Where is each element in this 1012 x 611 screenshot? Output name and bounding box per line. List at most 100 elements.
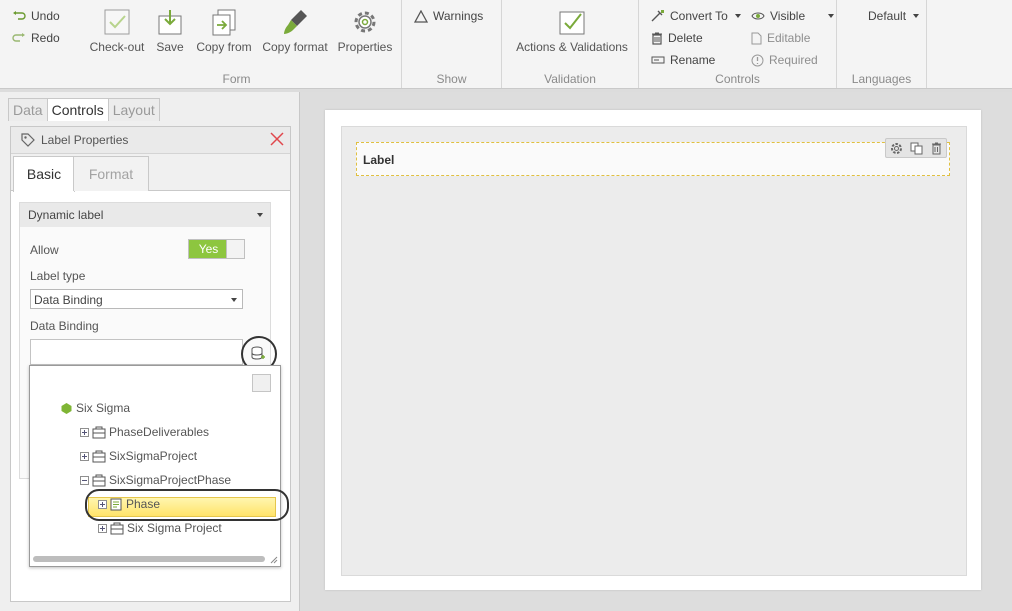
database-add-icon[interactable] (251, 346, 265, 362)
properties-tabs: Basic Format (11, 154, 290, 192)
properties-button[interactable]: Properties (336, 8, 394, 54)
label-control[interactable]: Label (356, 138, 950, 176)
visible-toggle[interactable]: Visible (751, 9, 835, 23)
gear-icon (354, 11, 376, 33)
show-group: Warnings Show (402, 0, 502, 88)
warnings-label: Warnings (433, 9, 484, 23)
redo-icon (12, 33, 25, 42)
convert-icon (651, 10, 664, 22)
tree-root[interactable]: Six Sigma (60, 401, 130, 415)
undo-button[interactable]: Undo (12, 9, 60, 23)
tree-item-label: Phase (126, 497, 161, 511)
controls-group: Convert To Delete Rename Visible Editabl… (639, 0, 837, 88)
chevron-down-icon (828, 14, 835, 18)
tab-basic[interactable]: Basic (13, 156, 75, 192)
language-value: Default (868, 9, 907, 23)
redo-button[interactable]: Redo (12, 31, 60, 45)
save-label: Save (156, 40, 184, 54)
rename-button[interactable]: Rename (651, 53, 715, 67)
form-page: Label (325, 110, 981, 590)
redo-label: Redo (31, 31, 60, 45)
copy-from-label: Copy from (196, 40, 252, 54)
checkout-icon (104, 9, 130, 35)
tree-root-label: Six Sigma (76, 401, 131, 415)
save-icon (158, 10, 182, 35)
checkbox-check-icon (559, 11, 585, 35)
save-button[interactable]: Save (154, 8, 186, 54)
horizontal-scrollbar[interactable] (33, 556, 265, 562)
tree-node-phasedeliverables[interactable]: PhaseDeliverables (80, 425, 209, 439)
chevron-down-icon (913, 14, 920, 18)
label-type-value: Data Binding (34, 293, 103, 307)
copy-from-icon (212, 9, 236, 36)
tab-controls[interactable]: Controls (46, 98, 109, 121)
paintbrush-icon (284, 10, 307, 34)
data-binding-input[interactable] (30, 339, 243, 365)
data-binding-label: Data Binding (30, 319, 99, 333)
copy-from-button[interactable]: Copy from (194, 8, 254, 54)
gear-icon[interactable] (890, 142, 903, 155)
allow-toggle-value: Yes (189, 240, 228, 258)
trash-icon (652, 32, 662, 45)
actions-validations-label: Actions & Validations (516, 40, 628, 54)
tab-format[interactable]: Format (73, 156, 149, 191)
expand-icon[interactable] (80, 451, 89, 461)
tree-node-phase[interactable]: Phase (98, 497, 160, 511)
checkout-button[interactable]: Check-out (89, 8, 145, 54)
trash-icon[interactable] (931, 142, 942, 155)
form-canvas: Label (300, 92, 1012, 611)
toggle-knob (226, 240, 244, 258)
editable-toggle[interactable]: Editable (751, 31, 810, 45)
convert-to-button[interactable]: Convert To (651, 9, 741, 23)
history-group: Undo Redo (0, 0, 72, 88)
section-title: Dynamic label (28, 208, 104, 222)
expand-icon[interactable] (80, 427, 89, 437)
validation-group: Actions & Validations Validation (502, 0, 639, 88)
expand-icon[interactable] (98, 499, 107, 509)
tree-node-sixsigmaprojectphase[interactable]: SixSigmaProjectPhase (80, 473, 231, 487)
entity-icon (92, 450, 106, 462)
required-label: Required (769, 53, 818, 67)
expand-icon[interactable] (98, 523, 107, 533)
copy-format-label: Copy format (262, 40, 328, 54)
label-type-select[interactable]: Data Binding (30, 289, 243, 309)
editable-label: Editable (767, 31, 811, 45)
allow-label: Allow (30, 243, 59, 257)
warnings-button[interactable]: Warnings (414, 9, 483, 23)
allow-toggle[interactable]: Yes (188, 239, 245, 259)
tree-node-sixsigmaproject[interactable]: SixSigmaProject (80, 449, 197, 463)
form-group-label: Form (222, 72, 251, 86)
properties-title: Label Properties (41, 133, 129, 147)
control-toolbar (885, 138, 947, 158)
rename-icon (651, 56, 665, 64)
copy-icon[interactable] (910, 142, 923, 155)
tab-data[interactable]: Data (8, 98, 48, 121)
form-area[interactable]: Label (341, 126, 967, 576)
eye-icon (751, 12, 765, 20)
info-icon (751, 54, 764, 66)
cube-icon (61, 402, 72, 414)
language-dropdown[interactable]: Default (868, 9, 920, 23)
tree-item-label: Six Sigma Project (127, 521, 222, 535)
copy-format-button[interactable]: Copy format (260, 8, 330, 54)
section-header[interactable]: Dynamic label (20, 203, 270, 227)
languages-group: Default Languages (837, 0, 927, 88)
edit-doc-icon (751, 32, 762, 44)
tree-item-label: PhaseDeliverables (109, 425, 210, 439)
tree-node-six-sigma-project[interactable]: Six Sigma Project (98, 521, 222, 535)
tab-layout[interactable]: Layout (107, 98, 160, 121)
scrollbar-button[interactable] (252, 374, 271, 392)
chevron-down-icon (734, 14, 741, 18)
actions-validations-button[interactable]: Actions & Validations (514, 8, 630, 54)
delete-button[interactable]: Delete (651, 31, 703, 45)
controls-group-label: Controls (715, 72, 760, 86)
validation-group-label: Validation (544, 72, 596, 86)
chevron-down-icon (231, 298, 237, 302)
close-icon[interactable] (269, 131, 285, 147)
collapse-icon[interactable] (80, 475, 89, 485)
required-toggle[interactable]: Required (751, 53, 818, 67)
resize-grip-icon[interactable] (270, 556, 278, 564)
data-source-tree-popup: Six Sigma PhaseDeliverables SixSigmaProj… (29, 365, 281, 567)
tree-item-label: SixSigmaProjectPhase (109, 473, 232, 487)
ribbon-toolbar: Undo Redo Check-out Save Copy from Copy … (0, 0, 1012, 89)
